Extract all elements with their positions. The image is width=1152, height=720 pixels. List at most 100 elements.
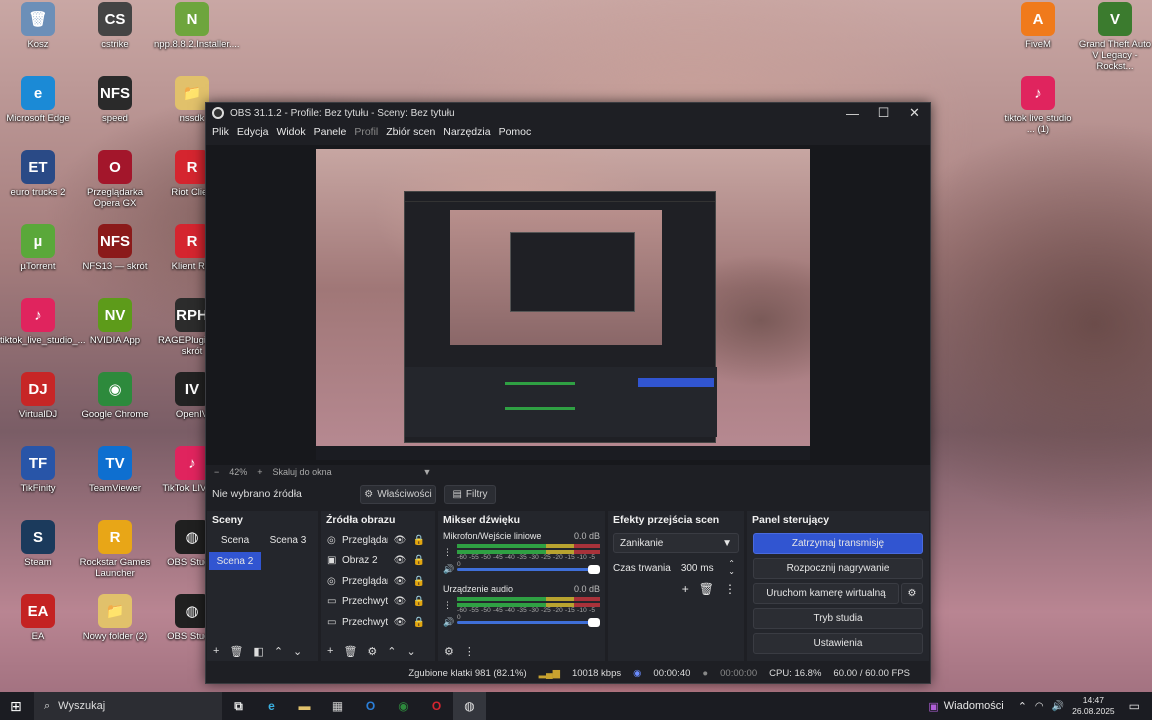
desktop-icon[interactable]: NFS NFS13 — skrót — [77, 224, 153, 272]
volume-slider[interactable] — [457, 564, 600, 574]
mixer-menu-icon[interactable]: ⋮ — [464, 645, 475, 658]
volume-knob[interactable] — [588, 564, 600, 574]
start-recording-button[interactable]: Rozpocznij nagrywanie — [753, 558, 923, 579]
close-button[interactable]: ✕ — [899, 103, 930, 123]
volume-knob[interactable] — [588, 617, 600, 627]
maximize-button[interactable]: ☐ — [868, 103, 899, 123]
desktop-icon[interactable]: Nnpp.8.8.2.Installer.... — [154, 2, 240, 50]
virtual-camera-button[interactable]: Uruchom kamerę wirtualną — [753, 583, 899, 604]
eye-icon[interactable]: 👁 — [393, 617, 407, 628]
outlook-icon[interactable]: O — [354, 692, 387, 720]
menu-tools[interactable]: Narzędzia — [439, 126, 494, 138]
add-transition-button[interactable]: + — [682, 582, 689, 596]
scene-item[interactable]: Scena — [209, 531, 261, 549]
chrome-taskbar-icon[interactable]: ◉ — [387, 692, 420, 720]
desktop-icon[interactable]: e Microsoft Edge — [0, 76, 76, 124]
menu-file[interactable]: Plik — [208, 126, 233, 138]
preview-canvas[interactable] — [316, 149, 810, 460]
source-row[interactable]: ◎ Przeglądarka 👁 🔒 — [321, 530, 435, 551]
edge-taskbar-icon[interactable]: e — [255, 692, 288, 720]
desktop-icon[interactable]: O Przeglądarka Opera GX — [77, 150, 153, 209]
network-icon[interactable]: ◠ — [1035, 701, 1044, 712]
move-up-button[interactable]: ⌃ — [274, 645, 283, 658]
file-explorer-icon[interactable]: ▬ — [288, 692, 321, 720]
remove-source-button[interactable]: 🗑 — [343, 645, 357, 658]
desktop-icon[interactable]: EA EA — [0, 594, 76, 642]
task-view-icon[interactable]: ⧉ — [222, 692, 255, 720]
lock-icon[interactable]: 🔒 — [412, 617, 426, 628]
minimize-button[interactable]: — — [837, 103, 868, 123]
zoom-in-button[interactable]: + — [257, 467, 262, 477]
desktop-icon[interactable]: V Grand Theft Auto V Legacy - Rockst... — [1077, 2, 1152, 72]
clock[interactable]: 14:47 26.08.2025 — [1072, 695, 1115, 717]
notification-icon[interactable]: ▭ — [1129, 699, 1140, 713]
desktop-icon[interactable]: DJ VirtualDJ — [0, 372, 76, 420]
source-row[interactable]: ▭ Przechwytywanie 👁 🔒 — [321, 612, 435, 633]
zoom-out-button[interactable]: − — [214, 467, 219, 477]
lock-icon[interactable]: 🔒 — [412, 576, 426, 587]
desktop-icon[interactable]: TF TikFinity — [0, 446, 76, 494]
speaker-icon[interactable]: 🔊 — [443, 617, 454, 628]
volume-icon[interactable]: 🔊 — [1052, 701, 1064, 712]
lock-icon[interactable]: 🔒 — [412, 555, 426, 566]
desktop-icon[interactable]: 🗑 Kosz — [0, 2, 76, 50]
desktop-icon[interactable]: 📁 Nowy folder (2) — [77, 594, 153, 642]
desktop-icon[interactable]: µ µTorrent — [0, 224, 76, 272]
source-row[interactable]: ◎ Przeglądarka 👁 🔒 — [321, 571, 435, 592]
transition-menu-button[interactable]: ⋮ — [724, 582, 736, 596]
lock-icon[interactable]: 🔒 — [412, 535, 426, 546]
desktop-icon[interactable]: ET euro trucks 2 — [0, 150, 76, 198]
duration-spinbox[interactable]: 300 ms ⌃ ⌄ — [677, 558, 739, 578]
scene-item[interactable]: Scena 3 — [261, 531, 315, 549]
chevron-up-icon[interactable]: ⌃ — [1018, 700, 1027, 713]
scene-filters-button[interactable]: ◧ — [253, 645, 263, 658]
menu-edit[interactable]: Edycja — [233, 126, 273, 138]
desktop-icon[interactable]: S Steam — [0, 520, 76, 568]
source-row[interactable]: ▭ Przechwytywanie 👁 🔒 — [321, 592, 435, 613]
add-source-button[interactable]: + — [327, 645, 333, 657]
menu-profile[interactable]: Profil — [350, 126, 382, 138]
remove-scene-button[interactable]: 🗑 — [229, 645, 243, 658]
move-down-button[interactable]: ⌄ — [293, 645, 302, 658]
eye-icon[interactable]: 👁 — [393, 576, 407, 587]
speaker-icon[interactable]: 🔊 — [443, 564, 454, 575]
eye-icon[interactable]: 👁 — [393, 535, 407, 546]
desktop-icon[interactable]: NV NVIDIA App — [77, 298, 153, 346]
source-settings-button[interactable]: ⚙ — [367, 645, 377, 658]
desktop-icon[interactable]: CS cstrike — [77, 2, 153, 50]
channel-menu-icon[interactable]: ⋮ — [443, 600, 453, 611]
desktop-icon[interactable]: ◉ Google Chrome — [77, 372, 153, 420]
properties-button[interactable]: ⚙ Właściwości — [360, 484, 436, 504]
windows-start-icon[interactable]: ⊞ — [10, 698, 22, 715]
channel-menu-icon[interactable]: ⋮ — [443, 547, 453, 558]
desktop-icon[interactable]: TV TeamViewer — [77, 446, 153, 494]
menu-view[interactable]: Widok — [272, 126, 309, 138]
source-row[interactable]: ▣ Obraz 2 👁 🔒 — [321, 551, 435, 572]
menu-docks[interactable]: Panele — [310, 126, 351, 138]
title-bar[interactable]: OBS 31.1.2 - Profile: Bez tytułu - Sceny… — [206, 103, 930, 123]
source-up-button[interactable]: ⌃ — [387, 645, 396, 658]
transition-select[interactable]: Zanikanie ▼ — [613, 533, 739, 553]
eye-icon[interactable]: 👁 — [393, 555, 407, 566]
menu-help[interactable]: Pomoc — [495, 126, 536, 138]
stop-stream-button[interactable]: Zatrzymaj transmisję — [753, 533, 923, 554]
lock-icon[interactable]: 🔒 — [412, 596, 426, 607]
desktop-icon[interactable]: NFS speed — [77, 76, 153, 124]
desktop-icon[interactable]: ♪ tiktok live studio ... (1) — [1000, 76, 1076, 135]
search-input[interactable]: ⌕ Wyszukaj — [34, 692, 222, 720]
add-scene-button[interactable]: + — [213, 645, 219, 657]
desktop-icon[interactable]: R Rockstar Games Launcher — [77, 520, 153, 579]
zoom-mode-chevron-icon[interactable]: ▼ — [423, 467, 432, 477]
scene-item-selected[interactable]: Scena 2 — [209, 552, 261, 570]
virtual-camera-settings-button[interactable]: ⚙ — [901, 583, 923, 604]
settings-button[interactable]: Ustawienia — [753, 633, 923, 654]
desktop-icon[interactable]: A FiveM — [1000, 2, 1076, 50]
mixer-settings-icon[interactable]: ⚙ — [444, 645, 454, 658]
store-icon[interactable]: ▦ — [321, 692, 354, 720]
volume-slider[interactable] — [457, 617, 600, 627]
filters-button[interactable]: ▤ Filtry — [444, 484, 496, 504]
zoom-mode[interactable]: Skaluj do okna — [273, 467, 413, 477]
studio-mode-button[interactable]: Tryb studia — [753, 608, 923, 629]
obs-taskbar-icon[interactable]: ◍ — [453, 692, 486, 720]
news-widget[interactable]: ▣ Wiadomości — [928, 700, 1003, 713]
